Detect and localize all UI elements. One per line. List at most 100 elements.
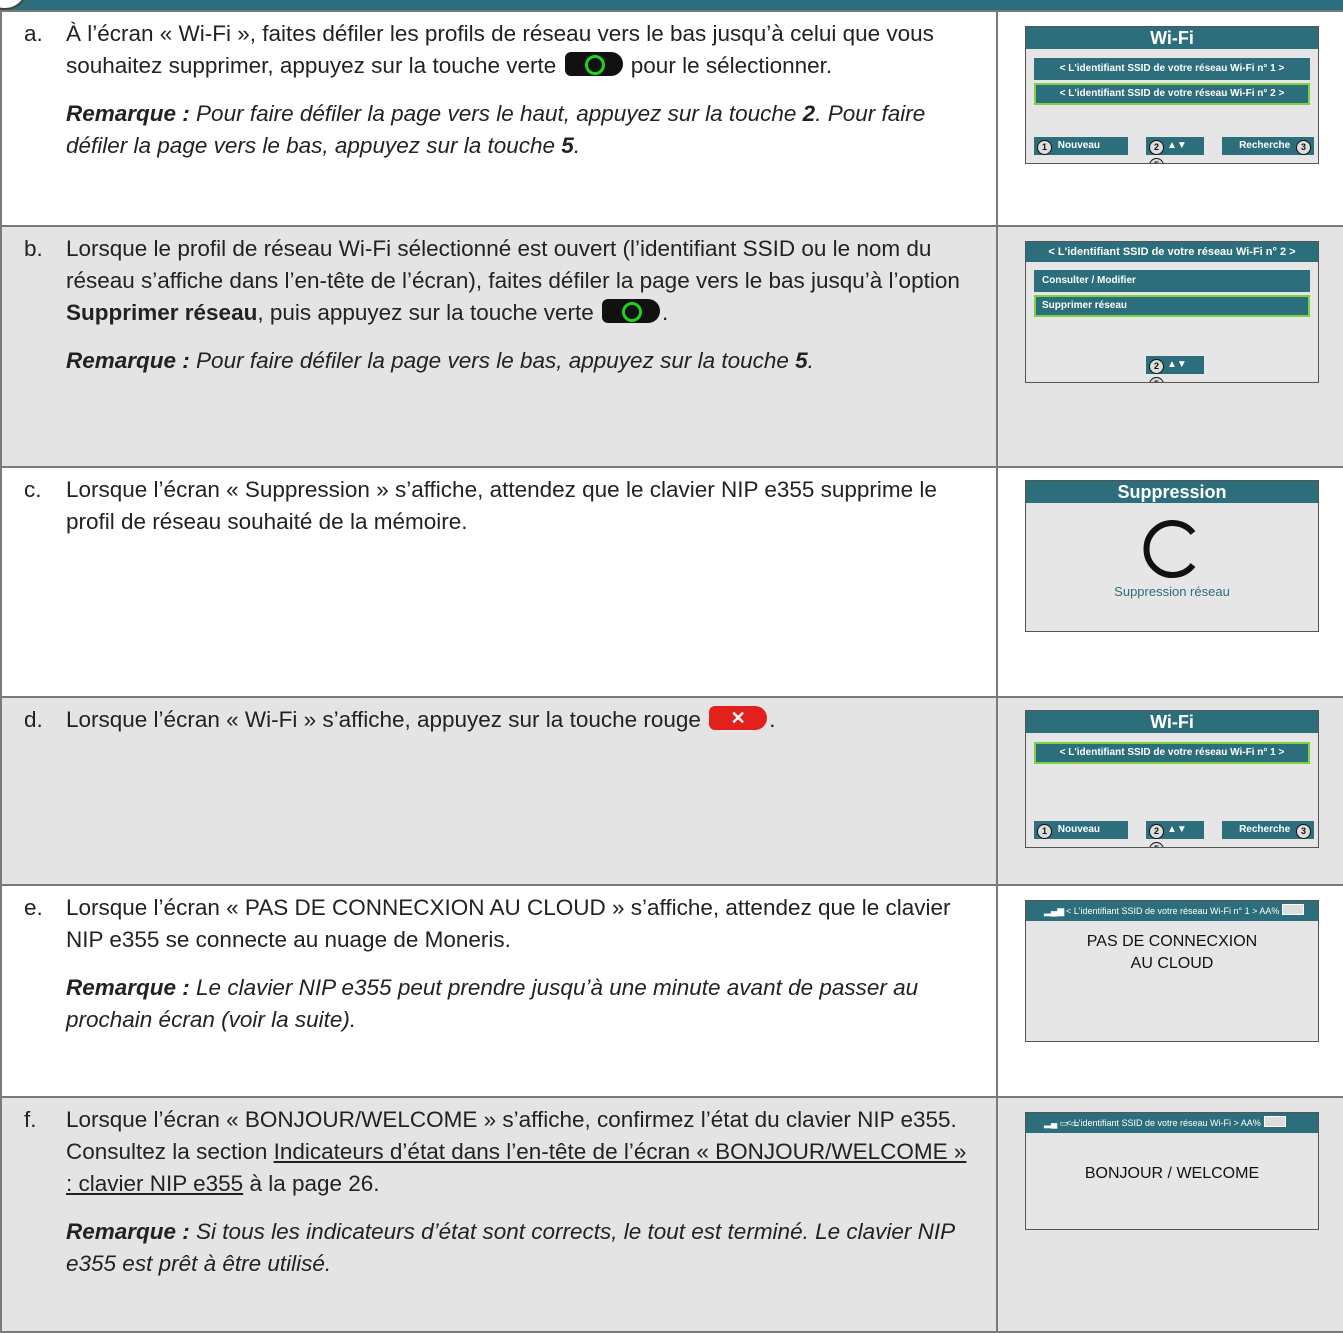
bold-text: Remarque : xyxy=(66,1219,190,1244)
menu-view-modify[interactable]: Consulter / Modifier xyxy=(1034,270,1310,292)
bold-text: Remarque : xyxy=(66,101,190,126)
text-segment: . xyxy=(662,300,669,325)
step-text: Lorsque l’écran « Wi-Fi » s’affiche, app… xyxy=(66,704,976,736)
down-arrow-icon: ▼ xyxy=(1176,140,1187,151)
key-1-icon: 1 xyxy=(1037,140,1052,155)
scroll-keys: 2▲▼ 5 xyxy=(1146,137,1204,163)
step-text: Lorsque l’écran « BONJOUR/WELCOME » s’af… xyxy=(66,1104,976,1200)
green-key-icon xyxy=(564,52,623,76)
new-button[interactable]: 1 Nouveau xyxy=(1034,137,1128,155)
step-b: b. Lorsque le profil de réseau Wi-Fi sél… xyxy=(2,227,996,377)
signal-icon: ▂▄▆ xyxy=(1044,906,1065,916)
search-button[interactable]: Recherche 3 xyxy=(1222,137,1314,155)
down-arrow-icon: ▼ xyxy=(1176,824,1187,835)
step-letter: e. xyxy=(24,895,43,920)
step-row-a: a. À l’écran « Wi-Fi », faites défiler l… xyxy=(0,10,1343,227)
status-bar: ▂▄ ▭ ▭ < L'identifiant SSID de votre rés… xyxy=(1026,1113,1318,1133)
up-arrow-icon: ▲ xyxy=(1167,359,1177,370)
battery-icon xyxy=(1263,1116,1286,1127)
bold-text: 5 xyxy=(795,348,808,373)
device-screen-no-cloud: ▂▄▆ < L'identifiant SSID de votre réseau… xyxy=(1025,900,1319,1042)
menu-delete-network[interactable]: Supprimer réseau xyxy=(1034,295,1310,317)
screen-title: Wi-Fi xyxy=(1026,27,1318,49)
text-segment: Lorsque le profil de réseau Wi-Fi sélect… xyxy=(66,236,960,293)
text-segment: Lorsque l’écran « PAS DE CONNECXION AU C… xyxy=(66,895,951,952)
screen-footer: 1 Nouveau 2▲▼ 5 Recherche 3 xyxy=(1034,821,1314,847)
screen-title: Suppression xyxy=(1026,481,1318,503)
scroll-keys: 2▲▼ 5 xyxy=(1146,356,1204,382)
steps-table: a. À l’écran « Wi-Fi », faites défiler l… xyxy=(0,10,1343,1333)
network-profile-1[interactable]: < L'identifiant SSID de votre réseau Wi-… xyxy=(1034,58,1310,80)
new-button[interactable]: 1 Nouveau xyxy=(1034,821,1128,839)
step-note: Remarque : Pour faire défiler la page ve… xyxy=(66,345,976,377)
red-key-icon xyxy=(709,706,768,730)
network-profile-1[interactable]: < L'identifiant SSID de votre réseau Wi-… xyxy=(1034,742,1310,764)
key-5-icon: 5 xyxy=(1149,377,1164,382)
text-segment: Le clavier NIP e355 peut prendre jusqu’à… xyxy=(66,975,919,1032)
screen-footer: 1 Nouveau 2▲▼ 5 Recherche 3 xyxy=(1034,137,1314,163)
step-a: a. À l’écran « Wi-Fi », faites défiler l… xyxy=(2,12,996,162)
step-e: e. Lorsque l’écran « PAS DE CONNECXION A… xyxy=(2,886,996,1036)
key-3-icon: 3 xyxy=(1296,140,1311,155)
device-screen-network-options: < L'identifiant SSID de votre réseau Wi-… xyxy=(1025,241,1319,383)
step-text: Lorsque l’écran « PAS DE CONNECXION AU C… xyxy=(66,892,976,956)
scroll-keys: 2▲▼ 5 xyxy=(1146,821,1204,847)
step-letter: d. xyxy=(24,707,43,732)
step-letter: c. xyxy=(24,477,42,502)
key-2-icon: 2 xyxy=(1149,824,1164,839)
screen-title: Wi-Fi xyxy=(1026,711,1318,733)
step-d: d. Lorsque l’écran « Wi-Fi » s’affiche, … xyxy=(2,698,996,736)
step-letter: a. xyxy=(24,21,43,46)
search-button[interactable]: Recherche 3 xyxy=(1222,821,1314,839)
bold-text: 5 xyxy=(561,133,574,158)
network-profile-2[interactable]: < L'identifiant SSID de votre réseau Wi-… xyxy=(1034,83,1310,105)
step-text: Lorsque le profil de réseau Wi-Fi sélect… xyxy=(66,233,976,329)
text-segment: Lorsque l’écran « Suppression » s’affich… xyxy=(66,477,937,534)
bold-text: 2 xyxy=(802,101,816,126)
device-screen-welcome: ▂▄ ▭ ▭ < L'identifiant SSID de votre rés… xyxy=(1025,1112,1319,1230)
up-arrow-icon: ▲ xyxy=(1167,140,1177,151)
signal-wifi-icons: ▂▄ ▭ ▭ xyxy=(1044,1118,1080,1128)
step-row-c: c. Lorsque l’écran « Suppression » s’aff… xyxy=(0,466,1343,698)
text-segment: à la page 26. xyxy=(243,1171,380,1196)
deleting-status-text: Suppression réseau xyxy=(1114,584,1230,599)
text-segment: . xyxy=(573,133,581,158)
header-bar xyxy=(0,0,1343,10)
step-note: Remarque : Pour faire défiler la page ve… xyxy=(66,98,976,162)
step-note: Remarque : Le clavier NIP e355 peut pren… xyxy=(66,972,976,1036)
key-3-icon: 3 xyxy=(1296,824,1311,839)
bold-text: Remarque : xyxy=(66,975,190,1000)
screen-footer: 2▲▼ 5 xyxy=(1034,356,1314,382)
text-segment: . xyxy=(807,348,814,373)
down-arrow-icon: ▼ xyxy=(1176,359,1187,370)
step-row-d: d. Lorsque l’écran « Wi-Fi » s’affiche, … xyxy=(0,696,1343,886)
screen-title: < L'identifiant SSID de votre réseau Wi-… xyxy=(1026,242,1318,262)
key-5-icon: 5 xyxy=(1149,158,1164,163)
device-screen-wifi: Wi-Fi < L'identifiant SSID de votre rése… xyxy=(1025,710,1319,848)
text-segment: Pour faire défiler la page vers le bas, … xyxy=(189,348,796,373)
text-segment: . xyxy=(769,707,776,732)
text-segment: Si tous les indicateurs d’état sont corr… xyxy=(66,1219,955,1276)
green-key-icon xyxy=(602,299,661,323)
step-row-f: f. Lorsque l’écran « BONJOUR/WELCOME » s… xyxy=(0,1096,1343,1333)
step-letter: f. xyxy=(24,1107,37,1132)
text-segment: pour le sélectionner. xyxy=(624,53,833,78)
welcome-message: BONJOUR / WELCOME xyxy=(1084,1165,1260,1182)
step-row-e: e. Lorsque l’écran « PAS DE CONNECXION A… xyxy=(0,884,1343,1098)
step-note: Remarque : Si tous les indicateurs d’éta… xyxy=(66,1216,976,1280)
step-row-b: b. Lorsque le profil de réseau Wi-Fi sél… xyxy=(0,225,1343,468)
text-segment: Lorsque l’écran « Wi-Fi » s’affiche, app… xyxy=(66,707,708,732)
step-letter: b. xyxy=(24,236,43,261)
bold-text: Supprimer réseau xyxy=(66,300,258,325)
key-5-icon: 5 xyxy=(1149,842,1164,847)
status-bar: ▂▄▆ < L'identifiant SSID de votre réseau… xyxy=(1026,901,1318,921)
bold-text: Remarque : xyxy=(66,348,190,373)
device-screen-deleting: Suppression Suppression réseau xyxy=(1025,480,1319,632)
key-2-icon: 2 xyxy=(1149,359,1164,374)
message-line-1: PAS DE CONNECXION xyxy=(1086,933,1258,950)
text-segment: , puis appuyez sur la touche verte xyxy=(257,300,601,325)
up-arrow-icon: ▲ xyxy=(1167,824,1177,835)
key-2-icon: 2 xyxy=(1149,140,1164,155)
step-f: f. Lorsque l’écran « BONJOUR/WELCOME » s… xyxy=(2,1098,996,1280)
step-c: c. Lorsque l’écran « Suppression » s’aff… xyxy=(2,468,996,538)
